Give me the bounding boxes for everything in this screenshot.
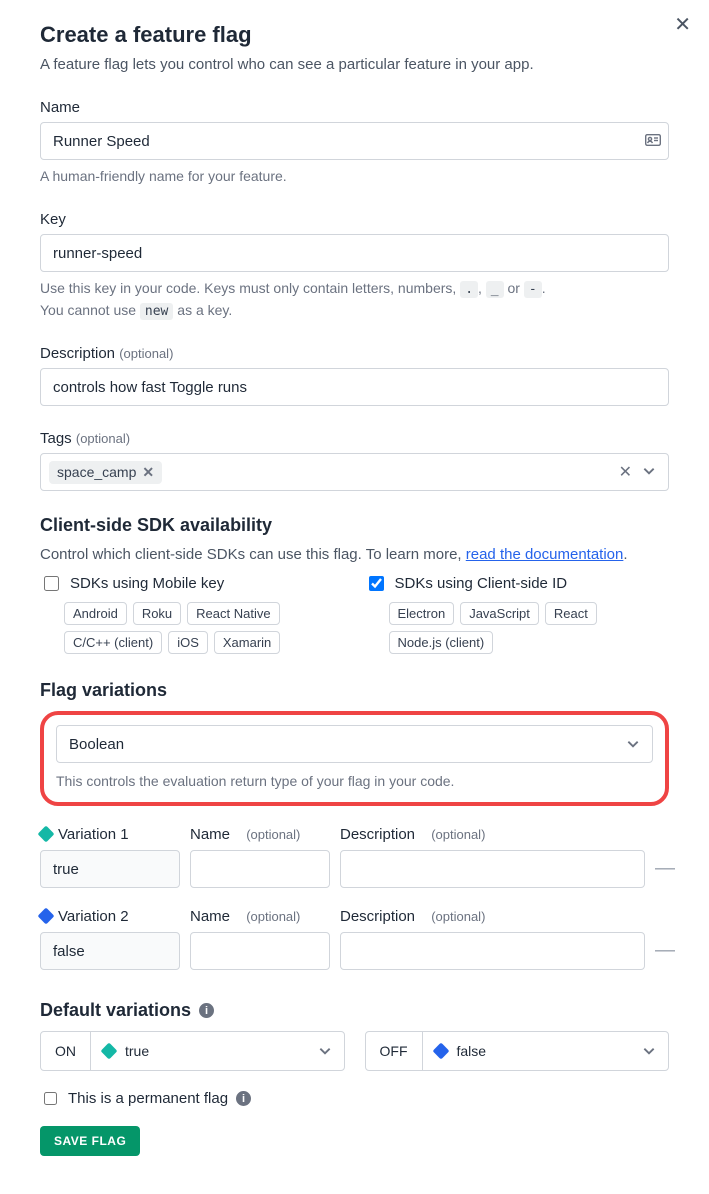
variation-2-desc-input[interactable] — [340, 932, 645, 970]
mobile-key-label: SDKs using Mobile key — [70, 575, 224, 592]
sdk-heading: Client-side SDK availability — [40, 515, 669, 536]
save-flag-button[interactable]: SAVE FLAG — [40, 1126, 140, 1156]
permanent-flag-label: This is a permanent flag — [68, 1090, 228, 1107]
default-on-label: ON — [41, 1032, 91, 1070]
close-icon[interactable]: ✕ — [674, 12, 691, 37]
tags-label: Tags (optional) — [40, 430, 669, 447]
sdk-tag: iOS — [168, 631, 208, 654]
default-off-label: OFF — [366, 1032, 423, 1070]
variation-2-label: Variation 2 — [58, 908, 129, 925]
permanent-flag-checkbox[interactable] — [44, 1092, 57, 1105]
mobile-key-checkbox[interactable] — [44, 576, 59, 591]
variation-1-desc-input[interactable] — [340, 850, 645, 888]
sdk-tag: Xamarin — [214, 631, 280, 654]
remove-variation-icon[interactable]: — — [655, 857, 669, 888]
default-off-select[interactable]: false — [423, 1032, 669, 1070]
default-on-select[interactable]: true — [91, 1032, 344, 1070]
key-label: Key — [40, 211, 669, 228]
variation-type-highlight: Boolean This controls the evaluation ret… — [40, 711, 669, 806]
remove-variation-icon[interactable]: — — [655, 939, 669, 970]
description-label: Description (optional) — [40, 345, 669, 362]
page-title: Create a feature flag — [40, 22, 669, 48]
sdk-tag: Roku — [133, 602, 181, 625]
sdk-tag: React Native — [187, 602, 279, 625]
chevron-down-icon — [626, 737, 640, 751]
variation-2-name-input[interactable] — [190, 932, 330, 970]
chevron-down-icon[interactable] — [638, 464, 660, 481]
variation-type-select[interactable]: Boolean — [56, 725, 653, 763]
description-input[interactable] — [40, 368, 669, 406]
sdk-tag: JavaScript — [460, 602, 539, 625]
tag-remove-icon[interactable]: ✕ — [142, 464, 154, 481]
sdk-tag: C/C++ (client) — [64, 631, 162, 654]
sdk-body: Control which client-side SDKs can use t… — [40, 546, 669, 563]
variation-2-value[interactable] — [40, 932, 180, 970]
sdk-tag: Electron — [389, 602, 455, 625]
diamond-icon — [432, 1043, 449, 1060]
chevron-down-icon — [318, 1044, 332, 1058]
info-icon[interactable]: i — [236, 1091, 251, 1106]
sdk-tag: Node.js (client) — [389, 631, 494, 654]
sdk-doc-link[interactable]: read the documentation — [466, 546, 624, 563]
variation-type-help: This controls the evaluation return type… — [56, 771, 653, 792]
tags-input[interactable]: space_camp ✕ ✕ — [40, 453, 669, 491]
page-subtitle: A feature flag lets you control who can … — [40, 56, 669, 73]
sdk-tag: React — [545, 602, 597, 625]
name-label: Name — [40, 99, 669, 116]
chevron-down-icon — [642, 1044, 656, 1058]
variation-1-name-input[interactable] — [190, 850, 330, 888]
tags-clear-icon[interactable]: ✕ — [613, 462, 638, 482]
defaults-heading: Default variations — [40, 1000, 191, 1021]
client-id-checkbox[interactable] — [369, 576, 384, 591]
client-id-label: SDKs using Client-side ID — [395, 575, 568, 592]
diamond-icon — [101, 1043, 118, 1060]
key-help: Use this key in your code. Keys must onl… — [40, 278, 669, 321]
diamond-icon — [38, 826, 55, 843]
variation-1-value[interactable] — [40, 850, 180, 888]
variation-1-label: Variation 1 — [58, 826, 129, 843]
key-input[interactable] — [40, 234, 669, 272]
diamond-icon — [38, 908, 55, 925]
tag-chip[interactable]: space_camp ✕ — [49, 461, 162, 484]
name-input[interactable] — [40, 122, 669, 160]
info-icon[interactable]: i — [199, 1003, 214, 1018]
id-card-icon — [645, 133, 661, 149]
sdk-tag: Android — [64, 602, 127, 625]
variations-heading: Flag variations — [40, 680, 669, 701]
name-help: A human-friendly name for your feature. — [40, 166, 669, 187]
